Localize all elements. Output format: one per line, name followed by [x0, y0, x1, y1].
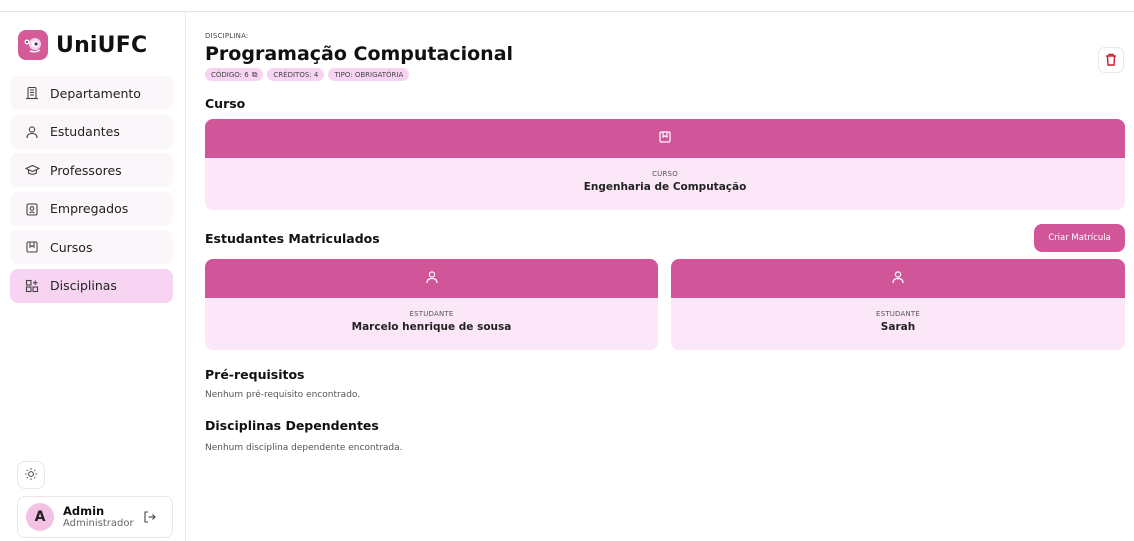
- section-curso-heading: Curso: [205, 96, 246, 111]
- curso-caption: CURSO: [652, 170, 678, 178]
- user-role: Administrador: [63, 517, 134, 529]
- badges: CÓDIGO: 6 ⧉ CRÉDITOS: 4 TIPO: OBRIGATÓRI…: [205, 68, 413, 81]
- trash-icon: [1105, 51, 1117, 70]
- graduation-cap-icon: [24, 162, 40, 178]
- section-estudantes-heading: Estudantes Matriculados: [205, 231, 380, 246]
- avatar: A: [26, 503, 54, 531]
- curso-value: Engenharia de Computação: [583, 181, 747, 193]
- sidebar: UniUFC Departamento Estudantes Professor…: [0, 12, 186, 541]
- user-card: A Admin Administrador: [17, 496, 173, 538]
- badge-creditos: CRÉDITOS: 4: [267, 68, 325, 81]
- window-top-edge: [0, 0, 1134, 12]
- sidebar-item-label: Empregados: [50, 201, 129, 216]
- sidebar-item-label: Estudantes: [50, 124, 120, 139]
- dependentes-empty-text: Nenhum disciplina dependente encontrada.: [205, 443, 403, 453]
- sidebar-item-departamento[interactable]: Departamento: [10, 76, 173, 110]
- page-title: Programação Computacional: [205, 43, 514, 65]
- student-card[interactable]: ESTUDANTE Marcelo henrique de sousa: [205, 259, 658, 350]
- sidebar-item-professores[interactable]: Professores: [10, 153, 173, 187]
- user-icon: [425, 269, 439, 288]
- student-card-header: [671, 259, 1125, 298]
- sidebar-item-label: Cursos: [50, 239, 93, 255]
- logout-icon[interactable]: [142, 509, 158, 525]
- curso-card-body: CURSO Engenharia de Computação: [205, 170, 1125, 193]
- grid-plus-icon: [24, 278, 40, 294]
- delete-button[interactable]: [1098, 47, 1124, 73]
- discipline-label: DISCIPLINA:: [205, 32, 249, 40]
- user-icon: [24, 124, 40, 140]
- book-icon: [658, 129, 672, 148]
- curso-card-header: [205, 119, 1125, 158]
- sidebar-item-cursos[interactable]: Cursos: [10, 230, 173, 264]
- badge-codigo-text: CÓDIGO: 6: [211, 70, 249, 79]
- student-card-header: [205, 259, 658, 298]
- student-name: Sarah: [880, 321, 916, 333]
- book-icon: [24, 239, 40, 255]
- sidebar-item-disciplinas[interactable]: Disciplinas: [10, 268, 173, 303]
- sidebar-item-label: Departamento: [50, 85, 141, 101]
- student-card[interactable]: ESTUDANTE Sarah: [671, 259, 1125, 350]
- badge-codigo: CÓDIGO: 6 ⧉: [205, 68, 264, 81]
- main-content: DISCIPLINA: Programação Computacional CÓ…: [186, 12, 1134, 541]
- student-caption: ESTUDANTE: [875, 310, 921, 318]
- sidebar-item-label: Professores: [50, 162, 122, 178]
- brand[interactable]: UniUFC: [18, 30, 147, 60]
- brand-logo-icon: [18, 30, 48, 60]
- sidebar-item-label: Disciplinas: [50, 278, 117, 293]
- badge-id-icon: [24, 201, 40, 217]
- student-caption: ESTUDANTE: [409, 310, 454, 318]
- sidebar-item-estudantes[interactable]: Estudantes: [10, 114, 173, 149]
- create-matricula-button[interactable]: Criar Matrícula: [1034, 224, 1125, 252]
- student-card-body: ESTUDANTE Sarah: [671, 310, 1125, 333]
- prereq-empty-text: Nenhum pré-requisito encontrado.: [205, 390, 361, 400]
- student-card-body: ESTUDANTE Marcelo henrique de sousa: [205, 310, 658, 333]
- user-icon: [891, 269, 905, 288]
- sun-icon: [24, 466, 38, 485]
- user-name: Admin: [63, 503, 105, 518]
- curso-card[interactable]: CURSO Engenharia de Computação: [205, 119, 1125, 210]
- copy-icon[interactable]: ⧉: [252, 70, 258, 80]
- user-info: Admin Administrador: [63, 503, 134, 530]
- section-prereq-heading: Pré-requisitos: [205, 367, 305, 382]
- app: UniUFC Departamento Estudantes Professor…: [0, 12, 1134, 541]
- theme-toggle-button[interactable]: [17, 461, 45, 489]
- student-name: Marcelo henrique de sousa: [351, 321, 512, 333]
- badge-tipo: TIPO: OBRIGATÓRIA: [328, 68, 410, 81]
- sidebar-item-empregados[interactable]: Empregados: [10, 191, 173, 226]
- sidebar-nav: Departamento Estudantes Professores Empr…: [10, 76, 173, 307]
- section-dependentes-heading: Disciplinas Dependentes: [205, 418, 379, 433]
- brand-name: UniUFC: [56, 32, 148, 58]
- building-icon: [24, 85, 40, 101]
